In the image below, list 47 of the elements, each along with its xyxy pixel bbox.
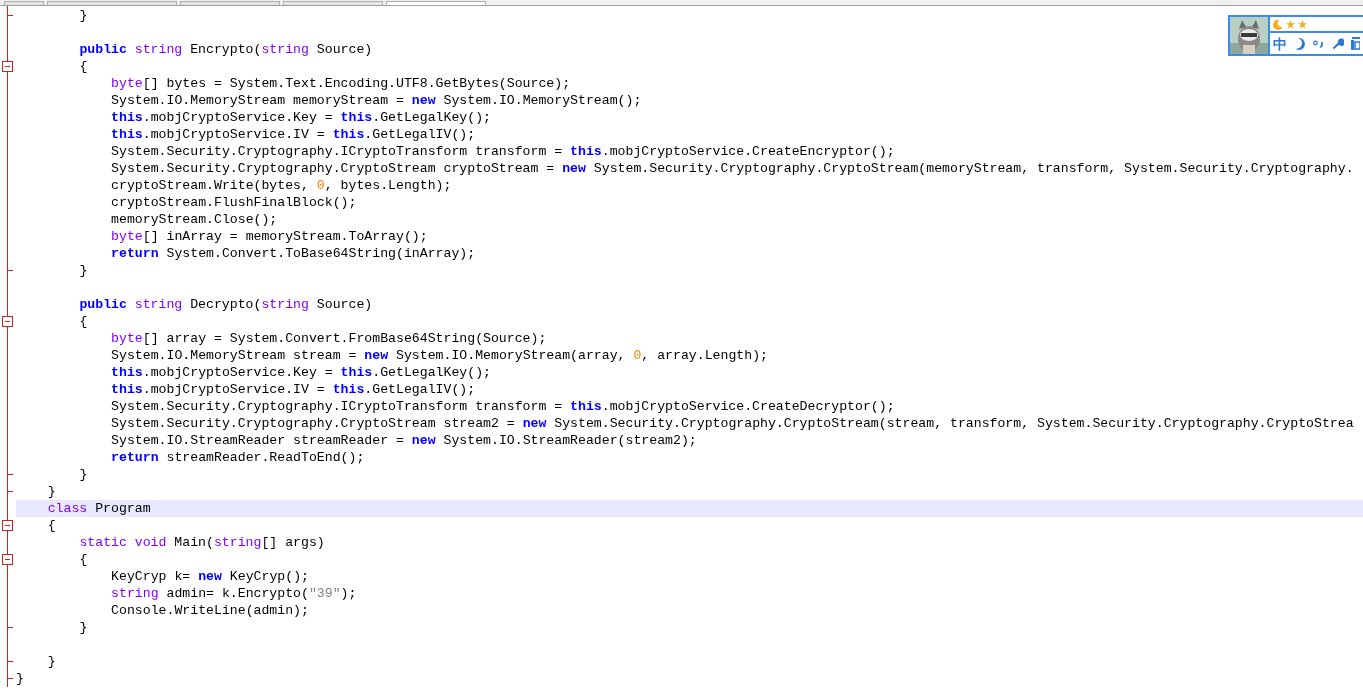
code-line: { — [79, 314, 88, 329]
code-line: } — [47, 484, 56, 499]
code-line: this.mobjCryptoService.Key = this.GetLegalKey(); — [111, 365, 491, 380]
code-line: { — [79, 59, 88, 74]
code-line: this.mobjCryptoService.Key = this.GetLegalKey(); — [111, 110, 491, 125]
wrench-icon[interactable] — [1332, 37, 1344, 50]
code-line: byte[] bytes = System.Text.Encoding.UTF8.GetBytes(Source); — [111, 76, 571, 91]
code-line: } — [16, 671, 24, 686]
code-line: public string Decrypto(string Source) — [79, 297, 373, 312]
code-line: { — [79, 552, 88, 567]
code-line: System.IO.MemoryStream memoryStream = new System.IO.MemoryStream(); — [111, 93, 642, 108]
code-line: memoryStream.Close(); — [111, 212, 278, 227]
collapse-icon[interactable] — [2, 554, 13, 565]
code-line: KeyCryp k= new KeyCryp(); — [111, 569, 309, 584]
input-mode-button[interactable]: 中 — [1273, 36, 1287, 51]
code-line: System.Security.Cryptography.ICryptoTransform transform = this.mobjCryptoService.CreateEncryptor(); — [111, 144, 895, 159]
star-icon — [1286, 19, 1295, 29]
punctuation-icon[interactable] — [1313, 39, 1325, 48]
collapse-icon[interactable] — [2, 316, 13, 327]
code-line: } — [79, 620, 88, 635]
code-line: return System.Convert.ToBase64String(inArray); — [111, 246, 476, 261]
code-line: return streamReader.ReadToEnd(); — [111, 450, 365, 465]
code-line: System.Security.Cryptography.CryptoStream stream2 = new System.Security.Cryptography.CryptoStream(stream, transform, System.Security.Cryptography.CryptoStrea — [111, 416, 1354, 431]
code-line: public string Encrypto(string Source) — [79, 42, 373, 57]
code-line: } — [79, 263, 88, 278]
code-line: System.Security.Cryptography.ICryptoTransform transform = this.mobjCryptoService.CreateDecryptor(); — [111, 399, 895, 414]
code-line: { — [47, 518, 56, 533]
code-line: byte[] inArray = memoryStream.ToArray(); — [111, 229, 428, 244]
star-icon — [1298, 19, 1307, 29]
code-line: System.Security.Cryptography.CryptoStream cryptoStream = new System.Security.Cryptography.CryptoStream(memoryStream, transform, System.Security.Cryptography. — [111, 161, 1354, 176]
code-line: } — [79, 8, 88, 23]
code-line: System.IO.MemoryStream stream = new System.IO.MemoryStream(array, 0, array.Length); — [111, 348, 768, 363]
code-line: byte[] array = System.Convert.FromBase64String(Source); — [111, 331, 547, 346]
code-line: System.IO.StreamReader streamReader = new System.IO.StreamReader(stream2); — [111, 433, 697, 448]
code-line: string admin= k.Encrypto("39"); — [111, 586, 357, 601]
code-line: } — [79, 467, 88, 482]
code-line: class Program — [47, 501, 151, 516]
code-line: this.mobjCryptoService.IV = this.GetLegalIV(); — [111, 127, 476, 142]
code-line: cryptoStream.FlushFinalBlock(); — [111, 195, 357, 210]
code-line: Console.WriteLine(admin); — [111, 603, 309, 618]
code-line: cryptoStream.Write(bytes, 0, bytes.Length); — [111, 178, 452, 193]
collapse-icon[interactable] — [2, 61, 13, 72]
collapse-icon[interactable] — [2, 520, 13, 531]
code-line: } — [47, 654, 56, 669]
code-line: this.mobjCryptoService.IV = this.GetLegalIV(); — [111, 382, 476, 397]
code-line: static void Main(string[] args) — [79, 535, 325, 550]
moon-icon[interactable] — [1294, 37, 1306, 50]
